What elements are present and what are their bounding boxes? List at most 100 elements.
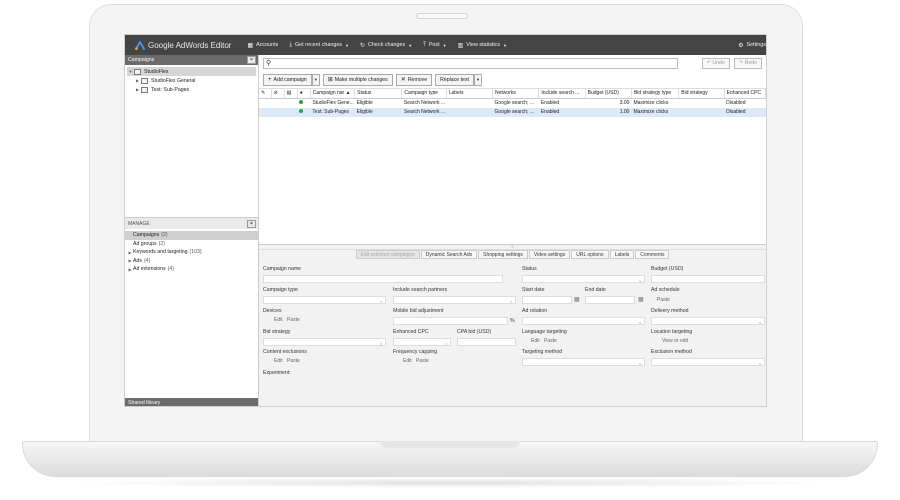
search-input[interactable]: ⚲ bbox=[263, 57, 678, 69]
cell-budget[interactable]: 1.00 bbox=[585, 107, 632, 117]
col-header[interactable]: Campaign nar ▲ bbox=[310, 89, 356, 99]
table-row[interactable]: StudioFlex Gene... Eligible Search Netwo… bbox=[259, 98, 766, 108]
toolbar-check-changes[interactable]: ↻ Check changes ▼ bbox=[360, 42, 412, 49]
cell-type[interactable]: Search Network ... bbox=[401, 107, 447, 117]
cell-type[interactable]: Search Network ... bbox=[402, 98, 446, 108]
tree-item-campaign[interactable]: ▶ StudioFlex General bbox=[127, 76, 256, 85]
remove-button[interactable]: ✕ Remove bbox=[395, 73, 433, 86]
manage-item-keywords[interactable]: ▶ Keywords and targeting (103) bbox=[125, 248, 258, 257]
make-multiple-changes-button[interactable]: ⊞ Make multiple changes bbox=[322, 73, 393, 86]
campaign-name-input[interactable] bbox=[263, 275, 503, 283]
end-date-input[interactable] bbox=[585, 296, 635, 304]
content-exclusions-paste-link[interactable]: Paste bbox=[287, 358, 300, 364]
language-paste-link[interactable]: Paste bbox=[544, 338, 557, 344]
toolbar-post[interactable]: ⤒ Post ▼ bbox=[423, 42, 446, 49]
language-edit-link[interactable]: Edit bbox=[531, 338, 540, 344]
cell-networks[interactable]: Google search; ... bbox=[492, 107, 539, 117]
col-header[interactable]: Networks bbox=[492, 89, 540, 99]
filter-icon[interactable]: ⏷ bbox=[247, 219, 256, 228]
targeting-method-select[interactable] bbox=[522, 358, 645, 366]
redo-button[interactable]: ↷ Redo bbox=[733, 57, 762, 69]
tab-edit-selected[interactable]: Edit selected campaigns bbox=[355, 250, 420, 259]
content-exclusions-edit-link[interactable]: Edit bbox=[274, 358, 283, 364]
budget-input[interactable] bbox=[651, 275, 765, 283]
cell-bid-type[interactable]: Maximize clicks bbox=[631, 107, 679, 117]
manage-item-ad-groups[interactable]: Ad groups (2) bbox=[125, 240, 258, 249]
col-header[interactable]: Budget (USD) bbox=[585, 89, 632, 99]
tab-url-options[interactable]: URL options bbox=[571, 250, 609, 259]
col-header[interactable]: Campaign type bbox=[401, 89, 447, 99]
status-select[interactable] bbox=[522, 275, 645, 283]
tab-comments[interactable]: Comments bbox=[635, 250, 670, 259]
cell-bid-strategy[interactable] bbox=[679, 98, 724, 108]
cell-campaign-name[interactable]: StudioFlex Gene... bbox=[310, 98, 354, 108]
replace-text-button[interactable]: Replace text bbox=[435, 73, 474, 86]
filter-icon[interactable]: ⏷ bbox=[247, 56, 256, 64]
cell-bid-strategy[interactable] bbox=[678, 107, 725, 117]
tab-labels[interactable]: Labels bbox=[609, 250, 635, 259]
cell-status[interactable]: Eligible bbox=[355, 98, 402, 108]
manage-item-ads[interactable]: ▶ Ads (4) bbox=[125, 257, 258, 266]
toolbar-accounts[interactable]: ▦ Accounts bbox=[247, 42, 278, 49]
mobile-bid-input[interactable] bbox=[393, 317, 508, 325]
undo-button[interactable]: ↶ Undo bbox=[701, 57, 730, 69]
tree-item-campaign[interactable]: ▶ Test: Sub-Pages bbox=[127, 85, 256, 94]
cell-campaign-name[interactable]: Test: Sub-Pages bbox=[310, 107, 355, 117]
cell-networks[interactable]: Google search; ... bbox=[493, 98, 539, 108]
calendar-icon[interactable]: ▦ bbox=[638, 296, 644, 303]
col-error-icon[interactable]: ⊘ bbox=[271, 89, 285, 99]
manage-item-campaigns[interactable]: Campaigns (2) bbox=[125, 231, 258, 240]
col-header[interactable]: Include search ... bbox=[538, 89, 586, 99]
include-search-select[interactable] bbox=[393, 296, 516, 304]
tab-shopping-settings[interactable]: Shopping settings bbox=[478, 250, 528, 259]
add-campaign-dropdown[interactable]: ▼ bbox=[311, 73, 320, 86]
start-date-input[interactable] bbox=[522, 296, 572, 304]
col-header[interactable]: Labels bbox=[446, 89, 494, 99]
cell-labels[interactable] bbox=[446, 98, 492, 108]
frequency-edit-link[interactable]: Edit bbox=[403, 358, 412, 364]
tab-dynamic-search-ads[interactable]: Dynamic Search Ads bbox=[420, 250, 478, 259]
replace-text-dropdown[interactable]: ▼ bbox=[473, 73, 482, 86]
shared-library[interactable]: Shared library bbox=[125, 398, 258, 406]
col-header[interactable]: Bid strategy type bbox=[631, 89, 680, 99]
expand-right-icon[interactable]: ▶ bbox=[134, 87, 141, 92]
col-header[interactable]: Enhanced CPC bbox=[724, 89, 766, 99]
ad-rotation-select[interactable] bbox=[522, 317, 645, 325]
cell-budget[interactable]: 3.00 bbox=[585, 98, 631, 108]
col-status-icon[interactable]: ● bbox=[297, 89, 311, 99]
frequency-paste-link[interactable]: Paste bbox=[416, 358, 429, 364]
col-header[interactable]: Status bbox=[354, 89, 403, 99]
manage-item-label: Ads bbox=[133, 257, 142, 264]
col-comment-icon[interactable]: ▤ bbox=[284, 89, 298, 99]
cell-bid-type[interactable]: Maximize clicks bbox=[631, 98, 678, 108]
cpa-bid-input[interactable] bbox=[457, 338, 516, 346]
toolbar-settings[interactable]: ⚙ Settings bbox=[738, 42, 766, 49]
cell-include[interactable]: Enabled bbox=[538, 107, 586, 117]
cell-include[interactable]: Enabled bbox=[539, 98, 585, 108]
toolbar-get-recent-changes[interactable]: ⤓ Get recent changes ▼ bbox=[289, 42, 349, 49]
bid-strategy-select[interactable] bbox=[263, 338, 386, 346]
delivery-method-select[interactable] bbox=[651, 317, 765, 325]
table-row[interactable]: Test: Sub-Pages Eligible Search Network … bbox=[259, 107, 766, 117]
col-edit-icon[interactable]: ✎ bbox=[259, 89, 272, 99]
ad-schedule-paste-link[interactable]: Paste bbox=[657, 297, 670, 303]
devices-edit-link[interactable]: Edit bbox=[274, 317, 283, 323]
expand-down-icon[interactable]: ▼ bbox=[127, 69, 134, 74]
campaign-type-select[interactable] bbox=[263, 296, 386, 304]
cell-ecpc[interactable]: Disabled bbox=[724, 98, 765, 108]
cell-status[interactable]: Eligible bbox=[354, 107, 402, 117]
toolbar-view-statistics[interactable]: ▥ View statistics ▼ bbox=[458, 42, 507, 49]
add-campaign-button[interactable]: + Add campaign bbox=[263, 73, 312, 86]
enhanced-cpc-select[interactable] bbox=[393, 338, 451, 346]
calendar-icon[interactable]: ▦ bbox=[574, 296, 580, 303]
col-header[interactable]: Bid strategy bbox=[678, 89, 725, 99]
location-view-edit-link[interactable]: View or edit bbox=[662, 338, 688, 344]
tab-video-settings[interactable]: Video settings bbox=[528, 250, 571, 259]
cell-ecpc[interactable]: Disabled bbox=[724, 107, 766, 117]
tree-item-account[interactable]: ▼ StudioFlex bbox=[127, 67, 256, 76]
exclusion-method-select[interactable] bbox=[651, 358, 765, 366]
manage-item-ad-extensions[interactable]: ▶ Ad extensions (4) bbox=[125, 265, 258, 274]
expand-right-icon[interactable]: ▶ bbox=[134, 78, 141, 83]
devices-paste-link[interactable]: Paste bbox=[287, 317, 300, 323]
cell-labels[interactable] bbox=[446, 107, 493, 117]
